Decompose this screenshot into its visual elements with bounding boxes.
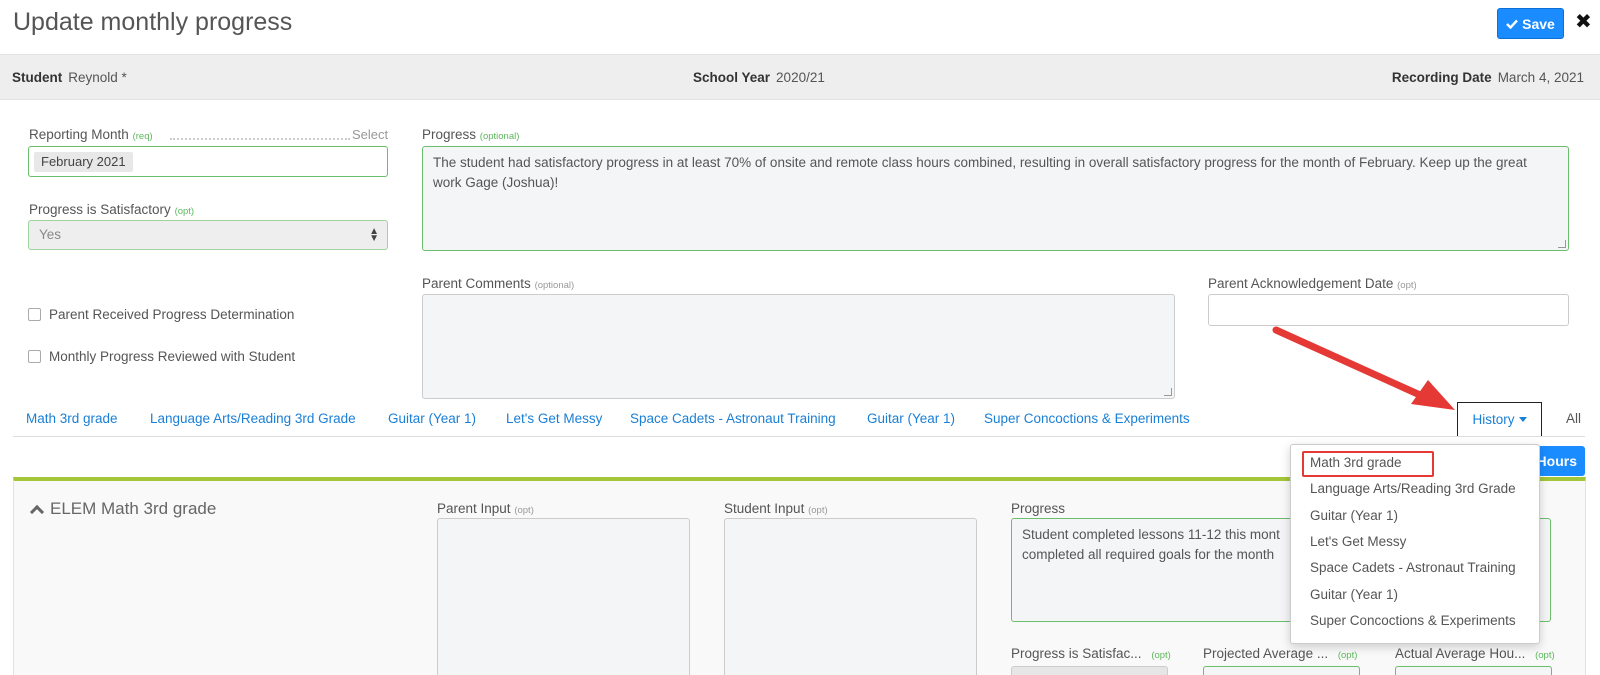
- progress-textarea[interactable]: The student had satisfactory progress in…: [422, 146, 1569, 251]
- parent-input-label: Parent Input (opt): [437, 501, 534, 516]
- chevron-up-icon[interactable]: [29, 504, 45, 520]
- history-item-guitar-year-1[interactable]: Guitar (Year 1): [1310, 508, 1398, 523]
- progress-satisfactory-label: Progress is Satisfactory (opt): [29, 202, 194, 217]
- progress-text: The student had satisfactory progress in…: [433, 155, 1527, 190]
- student-input-label: Student Input (opt): [724, 501, 828, 516]
- info-bar: Student Reynold * School Year 2020/21 Reco…: [0, 54, 1600, 100]
- history-label: History: [1472, 412, 1515, 427]
- check-icon: [1506, 19, 1519, 29]
- recording-date-label: Recording Date: [1391, 70, 1492, 85]
- student-input-textarea[interactable]: [724, 518, 977, 675]
- parent-ack-label: Parent Acknowledgement Date (opt): [1208, 276, 1417, 291]
- optional-tag: (optional): [479, 131, 520, 142]
- school-year-info: School Year 2020/21: [693, 70, 825, 85]
- tab-math-3rd-grade[interactable]: Math 3rd grade: [26, 411, 118, 426]
- close-icon[interactable]: ✖: [1575, 9, 1592, 33]
- history-item-space-cadets[interactable]: Space Cadets - Astronaut Training: [1310, 560, 1516, 575]
- reviewed-checkbox[interactable]: [28, 350, 41, 363]
- school-year-value: 2020/21: [776, 70, 825, 85]
- progress-satisfac-label: Progress is Satisfac... (opt): [1011, 646, 1171, 661]
- school-year-label: School Year: [693, 70, 771, 85]
- student-input-label-text: Student Input: [724, 501, 805, 516]
- reporting-month-field[interactable]: February 2021: [28, 146, 388, 177]
- tab-guitar-year-1-b[interactable]: Guitar (Year 1): [867, 411, 955, 426]
- actual-avg-input[interactable]: [1395, 666, 1552, 675]
- course-progress-label: Progress: [1011, 501, 1065, 516]
- select-link[interactable]: Select: [352, 127, 388, 142]
- parent-comments-textarea[interactable]: [422, 294, 1175, 399]
- optional-tag: (optional): [534, 280, 575, 291]
- recording-date-value: March 4, 2021: [1497, 70, 1584, 85]
- parent-comments-label: Parent Comments (optional): [422, 276, 574, 291]
- parent-input-label-text: Parent Input: [437, 501, 511, 516]
- optional-tag: (opt): [1151, 650, 1171, 661]
- progress-label: Progress (optional): [422, 127, 519, 142]
- history-item-super-concoctions[interactable]: Super Concoctions & Experiments: [1310, 613, 1516, 628]
- reporting-month-chip[interactable]: February 2021: [34, 152, 133, 172]
- progress-satisfactory-value: Yes: [39, 227, 62, 242]
- history-dropdown-button[interactable]: History: [1457, 402, 1542, 436]
- save-button[interactable]: Save: [1497, 8, 1564, 39]
- progress-label-text: Progress: [422, 127, 477, 142]
- parent-input-textarea[interactable]: [437, 518, 690, 675]
- projected-avg-label-text: Projected Average ...: [1203, 646, 1329, 661]
- history-dropdown-menu: Math 3rd grade Language Arts/Reading 3rd…: [1290, 444, 1540, 644]
- page: Update monthly progress Save ✖ Student Re…: [0, 0, 1600, 675]
- student-label: Student: [12, 70, 63, 85]
- projected-avg-label: Projected Average ... (opt): [1203, 646, 1357, 661]
- parent-ack-date-input[interactable]: [1208, 294, 1569, 326]
- actual-avg-label: Actual Average Hou... (opt): [1395, 646, 1555, 661]
- history-item-language-arts[interactable]: Language Arts/Reading 3rd Grade: [1310, 481, 1516, 496]
- resize-handle[interactable]: [1164, 388, 1172, 396]
- tab-guitar-year-1[interactable]: Guitar (Year 1): [388, 411, 476, 426]
- tab-language-arts[interactable]: Language Arts/Reading 3rd Grade: [150, 411, 356, 426]
- tab-super-concoctions[interactable]: Super Concoctions & Experiments: [984, 411, 1190, 426]
- optional-tag: (opt): [514, 505, 534, 516]
- progress-satisfactory-label-text: Progress is Satisfactory: [29, 202, 171, 217]
- course-title[interactable]: ELEM Math 3rd grade: [29, 499, 217, 520]
- parent-received-label: Parent Received Progress Determination: [49, 307, 295, 322]
- modal-header: Update monthly progress Save ✖: [0, 0, 1600, 54]
- progress-satisfactory-select[interactable]: Yes ▲ ▼: [28, 220, 388, 250]
- reporting-month-label-text: Reporting Month: [29, 127, 129, 142]
- dotted-leader: [170, 138, 350, 140]
- optional-tag: (opt): [174, 206, 195, 217]
- student-value: Reynold *: [68, 70, 127, 85]
- reporting-month-label: Reporting Month (req): [29, 127, 153, 142]
- parent-comments-label-text: Parent Comments: [422, 276, 531, 291]
- actual-avg-label-text: Actual Average Hou...: [1395, 646, 1526, 661]
- course-progress-satisfac-select[interactable]: [1011, 666, 1168, 675]
- tab-all[interactable]: All: [1566, 411, 1581, 426]
- course-progress-label-text: Progress: [1011, 501, 1066, 516]
- course-tabs: Math 3rd grade Language Arts/Reading 3rd…: [13, 402, 1585, 437]
- history-item-guitar-year-1-b[interactable]: Guitar (Year 1): [1310, 587, 1398, 602]
- required-tag: (req): [132, 131, 153, 142]
- tab-lets-get-messy[interactable]: Let's Get Messy: [506, 411, 602, 426]
- optional-tag: (opt): [1337, 650, 1358, 661]
- optional-tag: (opt): [1397, 280, 1417, 291]
- save-label: Save: [1522, 15, 1555, 32]
- history-item-math-3rd-grade[interactable]: Math 3rd grade: [1310, 455, 1402, 470]
- page-title: Update monthly progress: [13, 8, 293, 36]
- course-title-text: ELEM Math 3rd grade: [50, 499, 217, 518]
- parent-received-checkbox[interactable]: [28, 308, 41, 321]
- parent-ack-label-text: Parent Acknowledgement Date: [1208, 276, 1394, 291]
- reviewed-label: Monthly Progress Reviewed with Student: [49, 349, 296, 364]
- reviewed-checkbox-row[interactable]: Monthly Progress Reviewed with Student: [28, 349, 295, 364]
- history-item-lets-get-messy[interactable]: Let's Get Messy: [1310, 534, 1406, 549]
- projected-avg-input[interactable]: [1203, 666, 1360, 675]
- hours-label: Hours: [1536, 453, 1577, 469]
- parent-received-checkbox-row[interactable]: Parent Received Progress Determination: [28, 307, 294, 322]
- resize-handle[interactable]: [1558, 240, 1566, 248]
- recording-date-info: Recording Date March 4, 2021: [1392, 70, 1584, 85]
- student-info: Student Reynold *: [12, 70, 127, 85]
- tab-space-cadets[interactable]: Space Cadets - Astronaut Training: [630, 411, 836, 426]
- select-arrows-icon: ▲ ▼: [369, 226, 379, 244]
- caret-down-icon: [1518, 417, 1527, 422]
- optional-tag: (opt): [808, 505, 828, 516]
- optional-tag: (opt): [1535, 650, 1555, 661]
- progress-satisfac-label-text: Progress is Satisfac...: [1011, 646, 1142, 661]
